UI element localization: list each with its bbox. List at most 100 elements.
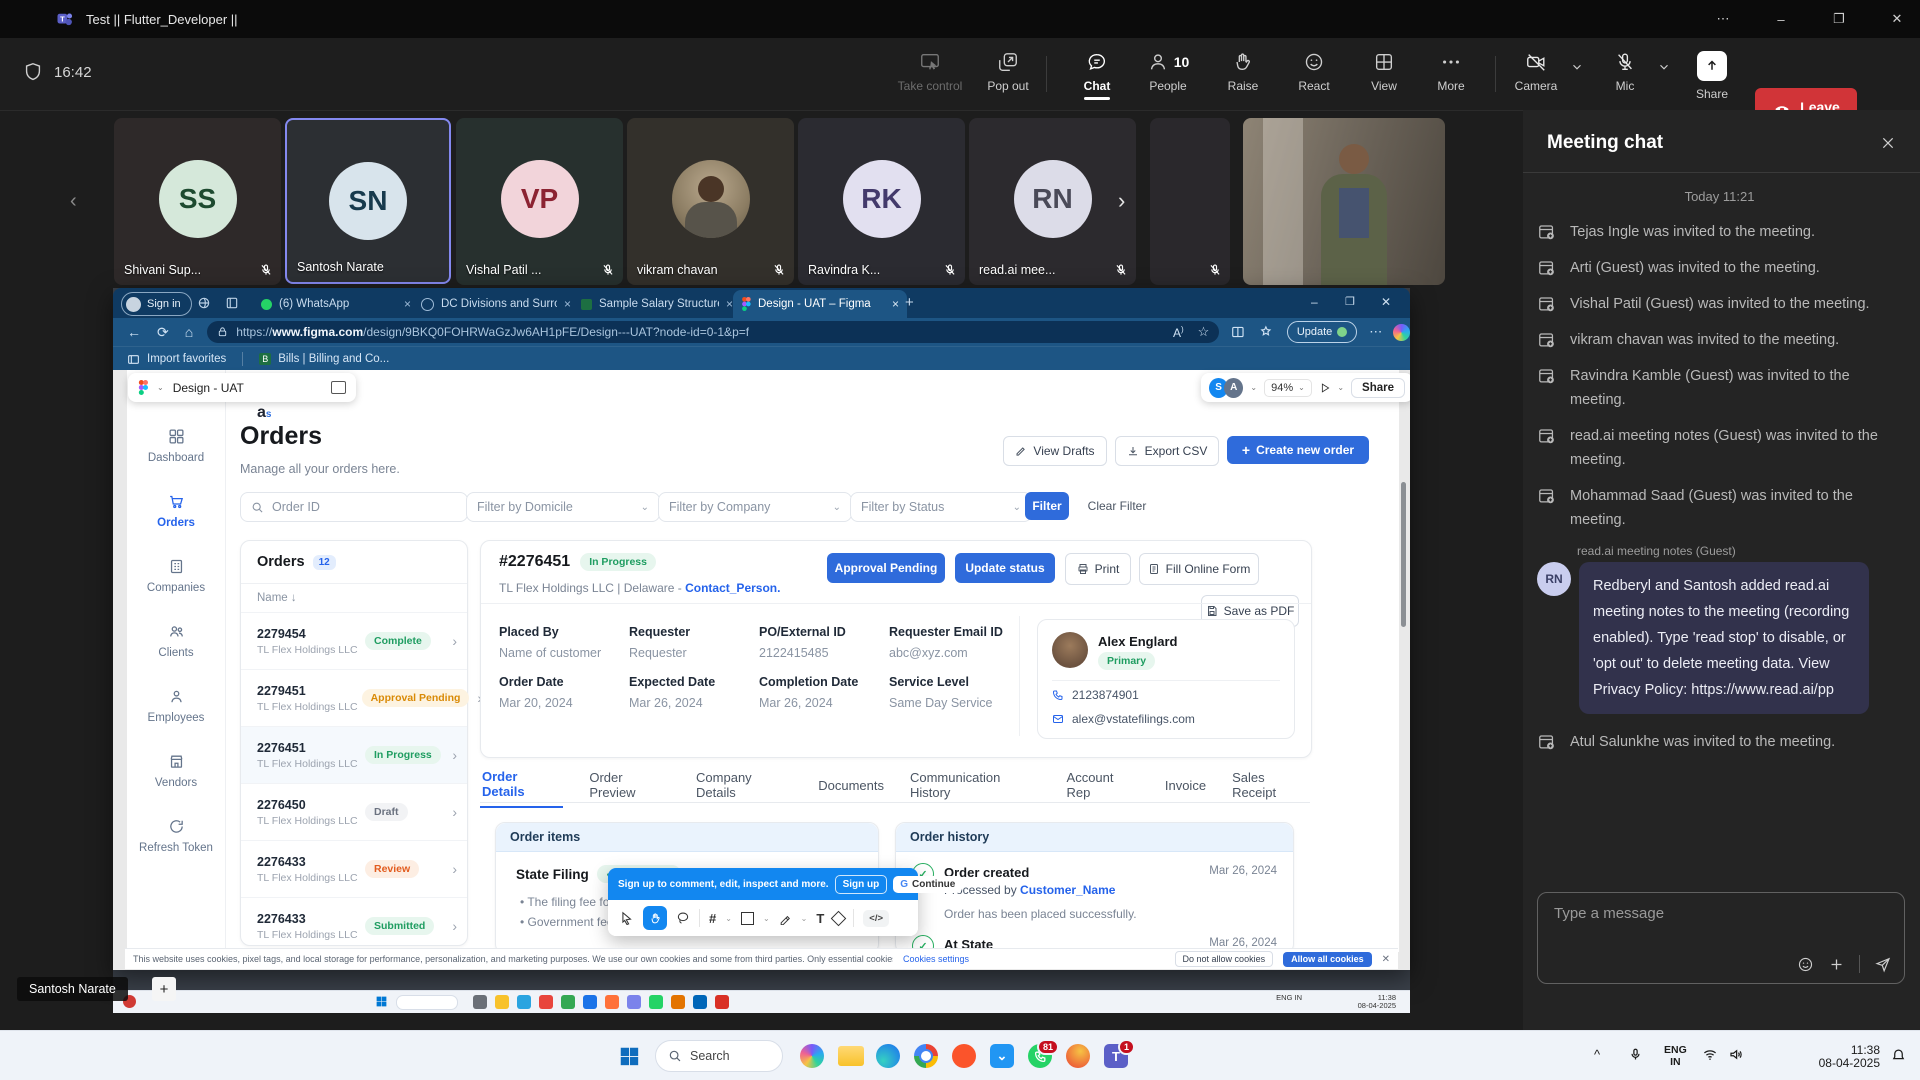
shared-search-pill[interactable] xyxy=(396,995,458,1010)
allow-cookies-button[interactable]: Allow all cookies xyxy=(1283,952,1372,967)
taskbar-search[interactable]: Search xyxy=(655,1040,783,1072)
fill-online-form-button[interactable]: Fill Online Form xyxy=(1139,553,1259,585)
tray-expand-chevron[interactable]: ^ xyxy=(1594,1047,1600,1062)
clock[interactable]: 11:38 08-04-2025 xyxy=(1819,1044,1880,1070)
edge-icon[interactable] xyxy=(876,1044,900,1068)
component-tool-icon[interactable] xyxy=(831,910,847,926)
deny-cookies-button[interactable]: Do not allow cookies xyxy=(1175,951,1274,967)
wifi-icon[interactable] xyxy=(1702,1047,1718,1062)
shared-lang-indicator[interactable]: ENG IN xyxy=(1276,994,1302,1002)
update-status-button[interactable]: Update status xyxy=(955,553,1055,583)
contact-person-link[interactable]: Contact_Person. xyxy=(685,581,780,595)
read-aloud-icon[interactable]: A) xyxy=(1173,325,1184,340)
tab-close-icon[interactable]: × xyxy=(404,297,411,311)
order-row-selected[interactable]: 2276451TL Flex Holdings LLCIn Progress› xyxy=(241,727,467,784)
filter-status-dropdown[interactable]: Filter by Status⌄ xyxy=(850,492,1032,522)
presenter-pin-button[interactable]: + xyxy=(152,977,176,1001)
view-button[interactable]: View xyxy=(1348,51,1420,93)
bookmark-import-favorites[interactable]: Import favorites xyxy=(147,353,226,365)
workspaces-icon[interactable] xyxy=(197,296,211,310)
tray-mic-icon[interactable] xyxy=(1628,1047,1643,1062)
filmstrip-scroll-left-button[interactable]: ‹ xyxy=(70,190,77,213)
zoom-level-control[interactable]: 94%⌄ xyxy=(1264,379,1312,397)
file-explorer-icon[interactable] xyxy=(838,1046,864,1066)
sidebar-item-companies[interactable]: Companies xyxy=(127,558,225,594)
shared-app-icon[interactable] xyxy=(627,995,641,1009)
figma-doc-title[interactable]: Design - UAT xyxy=(173,381,244,395)
dev-mode-icon[interactable]: </> xyxy=(863,910,889,927)
participant-tile[interactable]: VP Vishal Patil ... xyxy=(456,118,623,285)
filter-domicile-dropdown[interactable]: Filter by Domicile⌄ xyxy=(466,492,660,522)
teams-icon[interactable]: T 1 xyxy=(1104,1044,1128,1068)
shared-app-icon[interactable] xyxy=(671,995,685,1009)
shape-tool-icon[interactable] xyxy=(741,912,754,925)
contact-phone[interactable]: 2123874901 xyxy=(1072,688,1139,702)
sidebar-item-refresh-token[interactable]: Refresh Token xyxy=(127,818,225,854)
send-icon[interactable] xyxy=(1874,955,1892,973)
participant-tile[interactable]: RN read.ai mee... xyxy=(969,118,1136,285)
sidebar-item-employees[interactable]: Employees xyxy=(127,688,225,724)
shared-app-icon[interactable] xyxy=(715,995,729,1009)
figma-logo-icon[interactable] xyxy=(138,380,148,395)
back-icon[interactable]: ← xyxy=(127,324,141,340)
favorites-bar-icon[interactable] xyxy=(1259,325,1273,339)
sidebar-item-clients[interactable]: Clients xyxy=(127,623,225,659)
tab-close-icon[interactable]: × xyxy=(726,297,733,311)
order-row[interactable]: 2276433TL Flex Holdings LLCReview› xyxy=(241,841,467,898)
vscode-icon[interactable]: ⌄ xyxy=(990,1044,1014,1068)
order-row[interactable]: 2279454TL Flex Holdings LLCComplete› xyxy=(241,613,467,670)
chevron-down-icon[interactable]: ⌄ xyxy=(801,914,808,923)
move-tool-icon[interactable] xyxy=(620,911,634,925)
tab-actions-icon[interactable] xyxy=(225,296,239,310)
view-drafts-button[interactable]: View Drafts xyxy=(1003,436,1107,466)
figma-share-button[interactable]: Share xyxy=(1351,378,1405,398)
cookie-settings-link[interactable]: Cookies settings xyxy=(903,954,969,964)
browser-close-button[interactable]: ✕ xyxy=(1381,295,1391,309)
sender-avatar[interactable]: RN xyxy=(1537,562,1571,596)
copilot-icon[interactable] xyxy=(1393,324,1410,341)
print-button[interactable]: Print xyxy=(1065,553,1131,585)
text-tool-icon[interactable]: T xyxy=(816,911,824,926)
chevron-down-icon[interactable]: ⌄ xyxy=(763,914,770,923)
raise-hand-button[interactable]: Raise xyxy=(1207,51,1279,93)
pen-tool-icon[interactable] xyxy=(779,912,792,925)
order-id-search-input[interactable]: Order ID xyxy=(240,492,468,522)
browser-tab-figma-active[interactable]: Design - UAT – Figma × xyxy=(733,290,907,318)
attach-plus-icon[interactable] xyxy=(1828,956,1845,973)
contact-email[interactable]: alex@vstatefilings.com xyxy=(1072,712,1195,726)
tab-company-details[interactable]: Company Details xyxy=(696,770,792,800)
mic-options-chevron[interactable] xyxy=(1657,60,1671,74)
pop-out-button[interactable]: Pop out xyxy=(972,51,1044,93)
start-button[interactable] xyxy=(618,1045,640,1067)
participant-tile[interactable]: SS Shivani Sup... xyxy=(114,118,281,285)
present-icon[interactable] xyxy=(1319,382,1331,394)
google-continue-button[interactable]: GContinue xyxy=(893,876,962,893)
mic-button[interactable]: Mic xyxy=(1601,51,1649,93)
volume-icon[interactable] xyxy=(1728,1047,1744,1062)
participant-tile[interactable]: vikram chavan xyxy=(627,118,794,285)
split-screen-icon[interactable] xyxy=(1231,325,1245,339)
filter-apply-button[interactable]: Filter xyxy=(1025,492,1069,520)
chevron-down-icon[interactable]: ⌄ xyxy=(725,914,732,923)
shared-start-icon[interactable] xyxy=(375,995,388,1008)
tab-close-icon[interactable]: × xyxy=(892,297,899,311)
shared-app-icon[interactable] xyxy=(583,995,597,1009)
order-row[interactable]: 2279451TL Flex Holdings LLCApproval Pend… xyxy=(241,670,467,727)
hand-tool-selected[interactable] xyxy=(643,906,667,930)
whatsapp-icon[interactable]: 81 xyxy=(1028,1044,1052,1068)
window-maximize-button[interactable]: ❐ xyxy=(1816,0,1862,38)
approval-pending-button[interactable]: Approval Pending xyxy=(827,553,945,583)
favorite-star-icon[interactable]: ☆ xyxy=(1198,324,1210,340)
canvas-scrollbar[interactable] xyxy=(1401,482,1406,627)
url-field[interactable]: https://www.figma.com/design/9BKQ0FOHRWa… xyxy=(207,321,1219,343)
tab-communication-history[interactable]: Communication History xyxy=(910,770,1041,800)
window-close-button[interactable]: ✕ xyxy=(1874,0,1920,38)
browser-signin-button[interactable]: Sign in xyxy=(121,292,192,316)
browser-maximize-button[interactable]: ❐ xyxy=(1345,295,1355,308)
browser-tab-whatsapp[interactable]: (6) WhatsApp × xyxy=(253,292,419,316)
cookie-close-icon[interactable]: ✕ xyxy=(1382,954,1390,965)
sidebar-item-dashboard[interactable]: Dashboard xyxy=(127,428,225,464)
export-csv-button[interactable]: Export CSV xyxy=(1115,436,1219,466)
chat-input[interactable]: Type a message xyxy=(1537,892,1905,984)
browser-minimize-button[interactable]: – xyxy=(1311,295,1318,309)
